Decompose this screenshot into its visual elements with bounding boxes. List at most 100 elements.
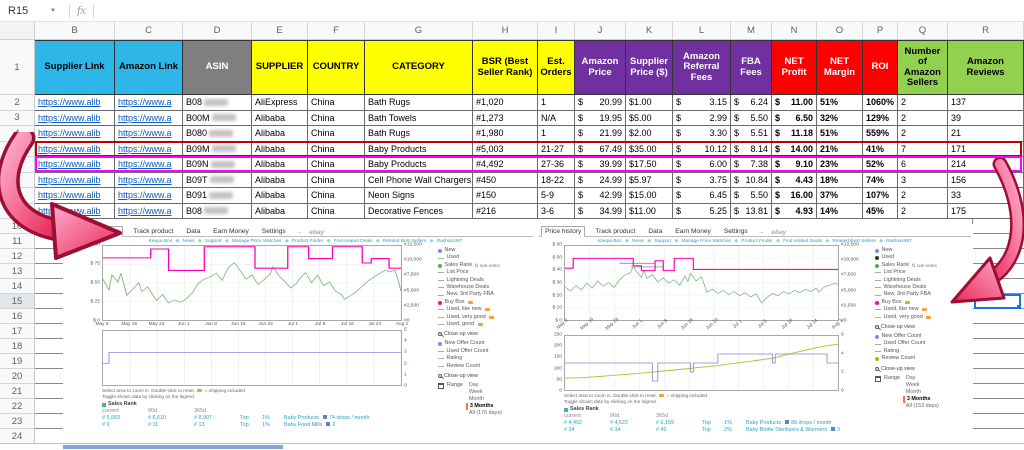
cell-F8[interactable]: China bbox=[308, 188, 365, 204]
legend-item-lightning-deals[interactable]: Lightning Deals bbox=[875, 277, 971, 284]
column-header-Q[interactable]: Q bbox=[898, 22, 948, 39]
cell-G4[interactable]: Bath Rugs bbox=[365, 126, 473, 142]
cell-Q3[interactable]: 2 bbox=[898, 110, 948, 126]
cell-C5[interactable]: https://www.a bbox=[115, 141, 183, 157]
cell-F9[interactable]: China bbox=[308, 203, 365, 219]
cell-C9[interactable]: https://www.a bbox=[115, 203, 183, 219]
cell-J6[interactable]: $39.99 bbox=[575, 157, 626, 173]
cell-H2[interactable]: #1,020 bbox=[473, 95, 538, 111]
tab-settings[interactable]: Settings bbox=[721, 227, 751, 236]
cell-D2[interactable]: B08 bbox=[183, 95, 252, 111]
cell-L5[interactable]: $10.12 bbox=[673, 141, 731, 157]
menu-link[interactable]: Product Finder bbox=[292, 239, 323, 244]
cell-E7[interactable]: Alibaba bbox=[252, 172, 308, 188]
tab-settings[interactable]: Settings bbox=[259, 227, 289, 236]
cell-K9[interactable]: $11.00 bbox=[626, 203, 673, 219]
cell-O9[interactable]: 14% bbox=[817, 203, 863, 219]
legend-item-new-offer-count[interactable]: New Offer Count bbox=[438, 340, 534, 347]
header-cell-country[interactable]: COUNTRY bbox=[308, 40, 365, 95]
cell-N3[interactable]: $6.50 bbox=[772, 110, 817, 126]
cell-E2[interactable]: AliExpress bbox=[252, 95, 308, 111]
legend-item-used[interactable]: Used bbox=[438, 254, 534, 261]
cell-H8[interactable]: #150 bbox=[473, 188, 538, 204]
legend-item-used-very-good[interactable]: Used, very good bbox=[438, 314, 534, 321]
row-header-10[interactable]: 10 bbox=[0, 219, 35, 234]
amazon_link[interactable]: https://www.a bbox=[118, 97, 172, 107]
cell-C2[interactable]: https://www.a bbox=[115, 95, 183, 111]
cell-R5[interactable]: 171 bbox=[948, 141, 1024, 157]
cell-H6[interactable]: #4,492 bbox=[473, 157, 538, 173]
supplier_link[interactable]: https://www.alib bbox=[38, 113, 101, 123]
column-header-D[interactable]: D bbox=[183, 22, 252, 39]
cell-P8[interactable]: 107% bbox=[863, 188, 898, 204]
legend-item-used-good[interactable]: Used, good bbox=[438, 321, 534, 328]
cell-K2[interactable]: $1.00 bbox=[626, 95, 673, 111]
row-header-21[interactable]: 21 bbox=[0, 384, 35, 399]
legend-item-warehouse-deals[interactable]: Warehouse Deals bbox=[438, 284, 534, 291]
cell-L6[interactable]: $6.00 bbox=[673, 157, 731, 173]
cell-J3[interactable]: $19.95 bbox=[575, 110, 626, 126]
cell-B8[interactable]: https://www.alib bbox=[35, 188, 115, 204]
column-header-G[interactable]: G bbox=[365, 22, 473, 39]
legend-item-used-very-good[interactable]: Used, very good bbox=[875, 314, 971, 321]
cell-E6[interactable]: Alibaba bbox=[252, 157, 308, 173]
range-option-month[interactable]: Month bbox=[466, 396, 502, 403]
column-header-R[interactable]: R bbox=[948, 22, 1024, 39]
cell-B9[interactable]: https://www.alib bbox=[35, 203, 115, 219]
cell-B2[interactable]: https://www.alib bbox=[35, 95, 115, 111]
header-cell-net_profit[interactable]: NET Profit bbox=[772, 40, 817, 95]
row-header-24[interactable]: 24 bbox=[0, 429, 35, 444]
menu-link[interactable]: Rashia1997 bbox=[886, 239, 912, 244]
menu-link[interactable]: Keepa Box bbox=[598, 239, 621, 244]
cell-K3[interactable]: $5.00 bbox=[626, 110, 673, 126]
cell-I9[interactable]: 3-6 bbox=[538, 203, 575, 219]
legend-item-sales-rank[interactable]: Sales Rank ⇅ sub-ranks bbox=[438, 262, 534, 269]
row-header-4[interactable]: 4 bbox=[0, 126, 35, 142]
amazon_link[interactable]: https://www.a bbox=[118, 128, 172, 138]
cell-N2[interactable]: $11.00 bbox=[772, 95, 817, 111]
row-header-19[interactable]: 19 bbox=[0, 354, 35, 369]
supplier_link[interactable]: https://www.alib bbox=[38, 144, 101, 154]
amazon_link[interactable]: https://www.a bbox=[118, 190, 172, 200]
amazon_link[interactable]: https://www.a bbox=[118, 144, 172, 154]
range-option-3-months[interactable]: 3 Months bbox=[902, 395, 939, 403]
column-header-I[interactable]: I bbox=[538, 22, 575, 39]
cell-K7[interactable]: $5.97 bbox=[626, 172, 673, 188]
cell-O4[interactable]: 51% bbox=[817, 126, 863, 142]
range-option-day[interactable]: Day bbox=[466, 382, 502, 389]
closeup-view[interactable]: Close-up view bbox=[875, 366, 971, 372]
cell-J4[interactable]: $21.99 bbox=[575, 126, 626, 142]
supplier_link[interactable]: https://www.alib bbox=[38, 175, 101, 185]
cell-D5[interactable]: B09M bbox=[183, 141, 252, 157]
cell-F5[interactable]: China bbox=[308, 141, 365, 157]
row-header-12[interactable]: 12 bbox=[0, 249, 35, 264]
cell-M5[interactable]: $8.14 bbox=[731, 141, 772, 157]
header-cell-amazon_link[interactable]: Amazon Link bbox=[115, 40, 183, 95]
column-header-P[interactable]: P bbox=[863, 22, 898, 39]
cell-Q7[interactable]: 3 bbox=[898, 172, 948, 188]
row-header-6[interactable]: 6 bbox=[0, 157, 35, 173]
menu-link[interactable]: Rashia1997 bbox=[437, 239, 463, 244]
cell-I4[interactable]: 1 bbox=[538, 126, 575, 142]
legend-item-rating[interactable]: Rating bbox=[438, 355, 534, 362]
header-cell-supplier[interactable]: SUPPLIER bbox=[252, 40, 308, 95]
main-plot[interactable] bbox=[102, 245, 402, 321]
cell-P6[interactable]: 52% bbox=[863, 157, 898, 173]
cell-F7[interactable]: China bbox=[308, 172, 365, 188]
cell-I8[interactable]: 5-9 bbox=[538, 188, 575, 204]
cell-L9[interactable]: $5.25 bbox=[673, 203, 731, 219]
column-header-F[interactable]: F bbox=[308, 22, 365, 39]
cell-I3[interactable]: N/A bbox=[538, 110, 575, 126]
cell-P5[interactable]: 41% bbox=[863, 141, 898, 157]
cell-O7[interactable]: 18% bbox=[817, 172, 863, 188]
cell-L7[interactable]: $3.75 bbox=[673, 172, 731, 188]
cell-B5[interactable]: https://www.alib bbox=[35, 141, 115, 157]
cell-C6[interactable]: https://www.a bbox=[115, 157, 183, 173]
cell-G2[interactable]: Bath Rugs bbox=[365, 95, 473, 111]
cell-L3[interactable]: $2.99 bbox=[673, 110, 731, 126]
row-header-18[interactable]: 18 bbox=[0, 339, 35, 354]
cell-C8[interactable]: https://www.a bbox=[115, 188, 183, 204]
cell-O2[interactable]: 51% bbox=[817, 95, 863, 111]
cell-E3[interactable]: Alibaba bbox=[252, 110, 308, 126]
cell-D7[interactable]: B09T bbox=[183, 172, 252, 188]
